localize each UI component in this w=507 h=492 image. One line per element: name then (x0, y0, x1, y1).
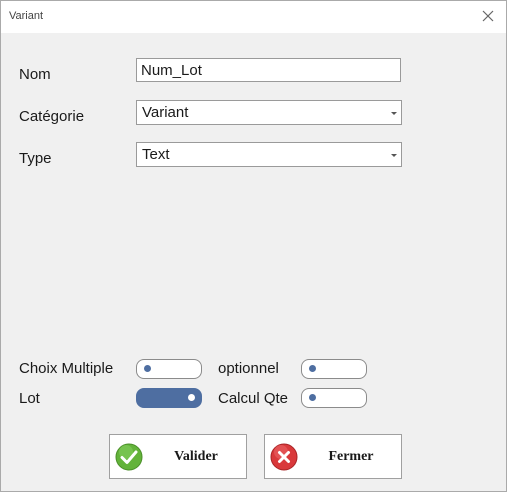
window-close-button[interactable] (480, 8, 496, 24)
lot-toggle[interactable] (136, 388, 202, 408)
close-icon (270, 443, 298, 471)
window-title: Variant (9, 10, 44, 22)
chevron-down-icon (391, 112, 397, 115)
toggle-knob (188, 394, 195, 401)
choix-multiple-label: Choix Multiple (19, 360, 114, 377)
close-x-icon (482, 10, 494, 22)
calcul-qte-toggle[interactable] (301, 388, 367, 408)
toggle-knob (309, 365, 316, 372)
fermer-label: Fermer (328, 449, 374, 464)
check-icon (115, 443, 143, 471)
title-bar: Variant (1, 1, 506, 33)
nom-field-box (136, 58, 401, 82)
type-label: Type (19, 150, 52, 167)
nom-input[interactable] (137, 59, 400, 81)
categorie-label: Catégorie (19, 108, 85, 125)
calcul-qte-label: Calcul Qte (218, 390, 289, 407)
fermer-button[interactable]: Fermer (264, 434, 402, 479)
nom-label: Nom (19, 66, 51, 83)
lot-label: Lot (19, 390, 40, 407)
toggle-knob (309, 394, 316, 401)
type-select[interactable]: Text (136, 142, 402, 167)
toggle-knob (144, 365, 151, 372)
valider-label: Valider (174, 449, 218, 464)
type-value: Text (142, 146, 170, 163)
optionnel-label: optionnel (218, 360, 279, 377)
chevron-down-icon (391, 154, 397, 157)
categorie-select[interactable]: Variant (136, 100, 402, 125)
valider-button[interactable]: Valider (109, 434, 247, 479)
variant-dialog: Variant Nom Catégorie Variant Type Text … (0, 0, 507, 492)
choix-multiple-toggle[interactable] (136, 359, 202, 379)
categorie-value: Variant (142, 104, 189, 121)
optionnel-toggle[interactable] (301, 359, 367, 379)
